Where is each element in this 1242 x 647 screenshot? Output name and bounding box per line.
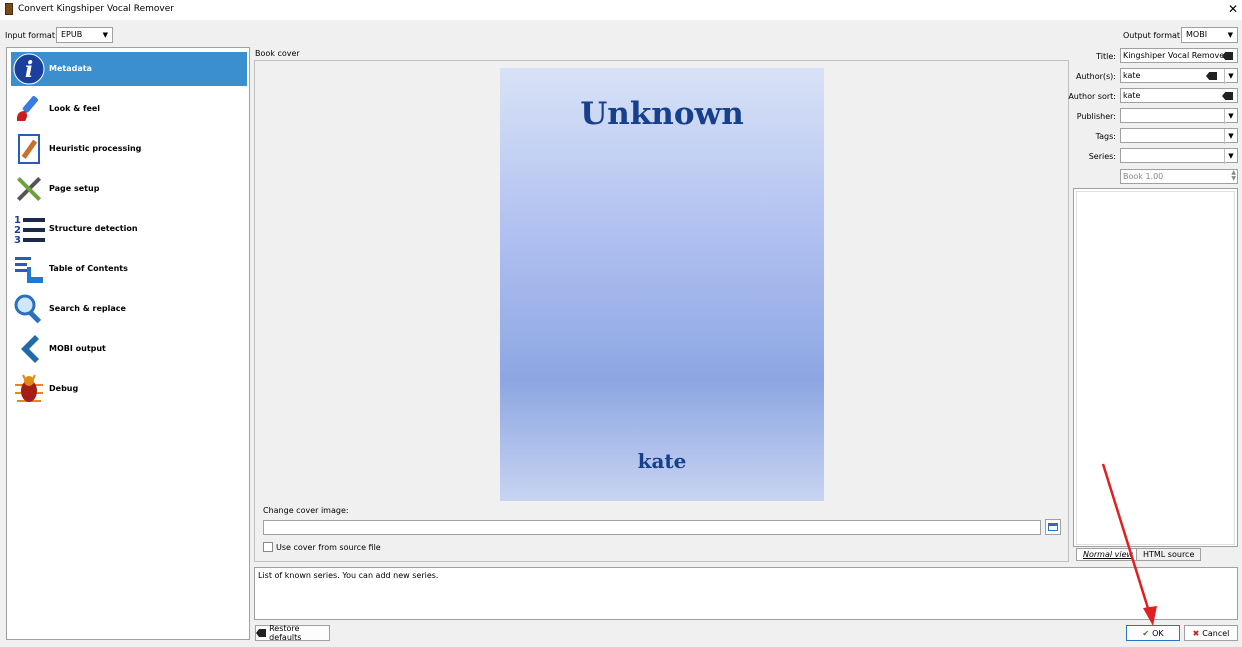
tags-field[interactable]: ▼ <box>1120 128 1238 144</box>
output-format-select[interactable]: MOBI ▼ <box>1181 27 1238 43</box>
svg-text:3: 3 <box>14 235 21 245</box>
magnifier-icon <box>14 294 42 324</box>
author-sort-field[interactable]: kate <box>1120 88 1238 103</box>
input-format-label: Input format: <box>5 31 58 40</box>
info-icon: i <box>13 53 45 85</box>
annotation-arrow <box>1101 463 1157 626</box>
chevron-down-icon[interactable]: ▼ <box>1224 109 1237 124</box>
series-field[interactable]: ▼ <box>1120 148 1238 164</box>
restore-icon <box>256 629 267 637</box>
title-bar <box>0 0 1242 20</box>
sidebar-item-metadata[interactable]: i Metadata <box>11 52 247 86</box>
cover-author: kate <box>637 449 687 473</box>
chevron-left-icon <box>21 335 39 363</box>
title-field[interactable]: Kingshiper Vocal Remover <box>1120 48 1238 63</box>
cancel-label: Cancel <box>1202 628 1230 638</box>
chevron-down-icon[interactable]: ▼ <box>1224 149 1237 164</box>
use-cover-label: Use cover from source file <box>276 543 381 552</box>
chevron-down-icon: ▼ <box>102 31 108 39</box>
sidebar-item-look-feel[interactable]: Look & feel <box>11 92 247 126</box>
series-label: Series: <box>1088 152 1116 161</box>
app-icon <box>5 3 13 15</box>
paintbrush-icon <box>16 95 39 121</box>
sidebar-item-mobi-output[interactable]: MOBI output <box>11 332 247 366</box>
clear-icon[interactable] <box>1222 92 1233 100</box>
svg-text:i: i <box>25 57 33 83</box>
chevron-down-icon[interactable]: ▼ <box>1224 129 1237 144</box>
sidebar-item-heuristic[interactable]: Heuristic processing <box>11 132 247 166</box>
sidebar-item-debug[interactable]: Debug <box>11 372 247 406</box>
folder-icon <box>1048 523 1058 531</box>
sidebar-item-label: Debug <box>49 384 79 393</box>
output-format-label: Output format: <box>1123 31 1183 40</box>
tags-label: Tags: <box>1095 132 1116 141</box>
sidebar-item-label: Page setup <box>49 184 100 193</box>
sidebar-item-label: Structure detection <box>49 224 138 233</box>
sidebar-item-label: Table of Contents <box>49 264 128 273</box>
restore-defaults-label: Restore defaults <box>269 624 302 642</box>
sidebar-item-search-replace[interactable]: Search & replace <box>11 292 247 326</box>
sidebar-item-label: MOBI output <box>49 344 106 353</box>
close-icon[interactable]: ✕ <box>1228 2 1238 16</box>
use-cover-checkbox[interactable] <box>263 542 273 552</box>
cross-icon: ✖ <box>1192 628 1200 638</box>
cover-title: Unknown <box>580 96 744 132</box>
toc-icon <box>15 257 43 283</box>
sidebar-item-structure[interactable]: 1 2 3 Structure detection <box>11 212 247 246</box>
chevron-down-icon: ▼ <box>1227 31 1233 39</box>
series-index-value: Book 1.00 <box>1123 172 1164 181</box>
sidebar-item-label: Metadata <box>49 64 92 73</box>
cancel-button[interactable]: ✖ Cancel <box>1184 625 1238 641</box>
publisher-label: Publisher: <box>1076 112 1116 121</box>
spin-arrows-icon[interactable]: ▲ ▼ <box>1231 170 1236 182</box>
title-value: Kingshiper Vocal Remover <box>1123 51 1228 60</box>
output-format-value: MOBI <box>1186 30 1208 39</box>
tools-icon <box>16 176 42 202</box>
help-text: List of known series. You can add new se… <box>258 571 439 580</box>
book-cover-label: Book cover <box>255 49 300 58</box>
sidebar: i Metadata Look & feel Heuristic process… <box>6 47 250 640</box>
restore-defaults-button[interactable]: Restore defaults <box>255 624 330 642</box>
document-pencil-icon <box>18 134 40 164</box>
sidebar-item-toc[interactable]: Table of Contents <box>11 252 247 286</box>
authors-label: Author(s): <box>1075 72 1116 81</box>
series-index-spinbox[interactable]: Book 1.00 ▲ ▼ <box>1120 169 1238 184</box>
authors-field[interactable]: kate ▼ <box>1120 68 1238 84</box>
cover-path-input[interactable] <box>263 520 1041 535</box>
window-title: Convert Kingshiper Vocal Remover <box>18 4 174 14</box>
sidebar-item-label: Look & feel <box>49 104 101 113</box>
author-sort-label: Author sort: <box>1068 92 1116 101</box>
sidebar-item-page-setup[interactable]: Page setup <box>11 172 247 206</box>
publisher-field[interactable]: ▼ <box>1120 108 1238 124</box>
clear-icon[interactable] <box>1206 72 1217 80</box>
bug-icon <box>15 374 43 402</box>
authors-value: kate <box>1123 71 1141 80</box>
numbered-list-icon: 1 2 3 <box>14 215 45 245</box>
input-format-select[interactable]: EPUB ▼ <box>56 27 113 43</box>
change-cover-label: Change cover image: <box>263 506 349 515</box>
title-label: Title: <box>1096 52 1116 61</box>
sidebar-item-label: Search & replace <box>49 304 126 313</box>
chevron-down-icon[interactable]: ▼ <box>1224 69 1237 84</box>
browse-cover-button[interactable] <box>1045 519 1061 535</box>
author-sort-value: kate <box>1123 91 1141 100</box>
input-format-value: EPUB <box>61 30 83 39</box>
sidebar-item-label: Heuristic processing <box>49 144 142 153</box>
cover-image <box>500 68 824 501</box>
